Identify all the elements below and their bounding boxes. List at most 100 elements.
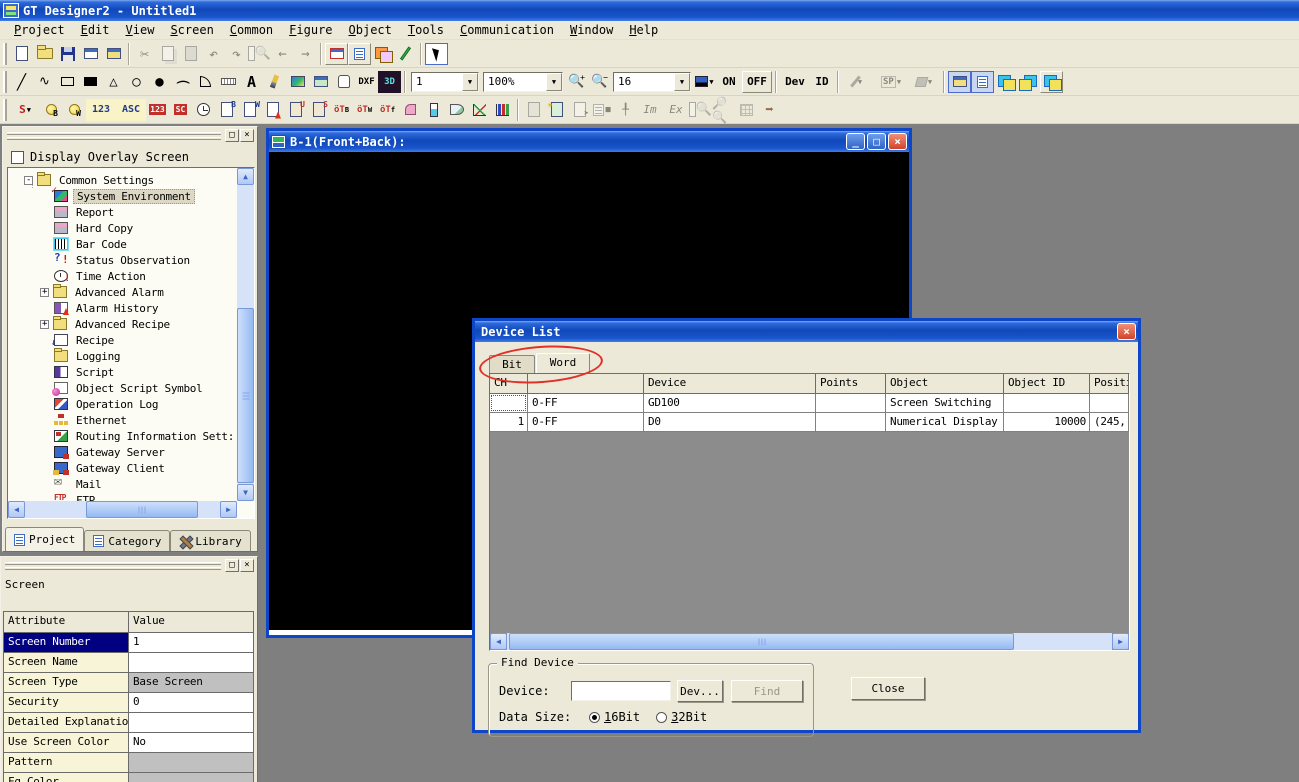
dxf-import-button[interactable]: DXF	[355, 71, 378, 93]
line-tool-button[interactable]: ╱	[10, 71, 33, 93]
layer-both-button[interactable]	[1040, 71, 1063, 93]
layer-back-button[interactable]	[1017, 71, 1040, 93]
device-on-button[interactable]: ON	[716, 71, 742, 93]
col-header-position[interactable]: Positi	[1090, 374, 1129, 394]
cascade-windows-button[interactable]	[371, 43, 394, 65]
scatter-graph-button[interactable]	[468, 99, 491, 121]
tab-project[interactable]: Project	[5, 527, 84, 551]
col-header-object-id[interactable]: Object ID	[1004, 374, 1090, 394]
panel-maximize-button[interactable]: □	[225, 559, 239, 572]
radio-32bit-label[interactable]: 32Bit	[671, 710, 707, 724]
scrollbar-thumb[interactable]	[509, 633, 1014, 650]
property-row-security[interactable]: Security 0	[3, 693, 254, 713]
combo-dropdown-icon[interactable]: ▼	[462, 73, 478, 91]
expand-icon[interactable]: +	[40, 288, 49, 297]
tree-item-recipe[interactable]: Recipe	[54, 332, 117, 348]
new-file-button[interactable]	[10, 43, 33, 65]
lamp-word-button[interactable]: W	[63, 99, 86, 121]
scrollbar-thumb[interactable]	[86, 501, 198, 518]
dropdown-arrow-icon[interactable]: ▼	[27, 106, 31, 114]
numerical-display-button[interactable]: 123	[86, 99, 116, 121]
template-new-button[interactable]: ✶	[545, 99, 568, 121]
col-header-points[interactable]: Points	[816, 374, 886, 394]
tree-item-mail[interactable]: Mail	[54, 476, 104, 492]
screen-number-combo[interactable]: 1 ▼	[411, 72, 479, 92]
historical-trend-button[interactable]	[445, 99, 468, 121]
layer-front-button[interactable]	[994, 71, 1017, 93]
color-count-combo[interactable]: 16 ▼	[613, 72, 691, 92]
comment-bit-button[interactable]: B	[215, 99, 238, 121]
collapse-icon[interactable]: -	[24, 176, 33, 185]
panel-maximize-button[interactable]: □	[225, 129, 239, 142]
scrollbar-thumb[interactable]	[237, 308, 254, 483]
tree-vertical-scrollbar[interactable]: ▲ ▼	[237, 168, 254, 501]
screen-call-button[interactable]	[309, 71, 332, 93]
menu-common[interactable]: Common	[222, 22, 281, 39]
text-tool-button[interactable]: A	[240, 71, 263, 93]
col-header-device[interactable]: Device	[644, 374, 816, 394]
polyline-tool-button[interactable]: ∿	[33, 71, 56, 93]
minimize-button[interactable]: _	[846, 133, 865, 150]
panelmeter-button[interactable]	[399, 99, 422, 121]
tree-item-bar-code[interactable]: Bar Code	[54, 236, 130, 252]
toolbar-grip[interactable]	[3, 43, 7, 65]
menu-figure[interactable]: Figure	[281, 22, 340, 39]
property-row-detailed-explanation[interactable]: Detailed Explanation	[3, 713, 254, 733]
menu-view[interactable]: View	[118, 22, 163, 39]
col-header-ch[interactable]: CH	[490, 374, 528, 394]
clock-display-button[interactable]	[192, 99, 215, 121]
menu-tools[interactable]: Tools	[400, 22, 452, 39]
radio-16bit[interactable]	[589, 712, 600, 723]
dialog-titlebar[interactable]: Device List ×	[475, 321, 1138, 342]
import-image-button[interactable]	[286, 71, 309, 93]
tree-item-gateway-client[interactable]: Gateway Client	[54, 460, 168, 476]
tree-item-hard-copy[interactable]: Hard Copy	[54, 220, 136, 236]
device-input[interactable]	[571, 681, 671, 701]
zoom-combo[interactable]: 100% ▼	[483, 72, 563, 92]
save-button[interactable]	[56, 43, 79, 65]
close-dialog-button[interactable]: Close	[851, 677, 925, 700]
sector-tool-button[interactable]	[194, 71, 217, 93]
parts-display-bit-button[interactable]: öTB	[330, 99, 353, 121]
open-file-button[interactable]	[33, 43, 56, 65]
screen-list-button[interactable]	[348, 43, 371, 65]
tree-item-advanced-recipe[interactable]: + Advanced Recipe	[40, 316, 173, 332]
property-row-use-screen-color[interactable]: Use Screen Color No	[3, 733, 254, 753]
scale-tool-button[interactable]	[217, 71, 240, 93]
alarm-list-button[interactable]	[261, 99, 284, 121]
combo-dropdown-icon[interactable]: ▼	[546, 73, 562, 91]
new-screen-button[interactable]	[102, 43, 125, 65]
alarm-system-button[interactable]: S	[307, 99, 330, 121]
lamp-bit-button[interactable]: B	[40, 99, 63, 121]
tree-item-report[interactable]: Report	[54, 204, 117, 220]
tab-bit[interactable]: Bit	[489, 355, 535, 373]
draw-pen-button[interactable]	[394, 43, 417, 65]
col-header-object[interactable]: Object	[886, 374, 1004, 394]
close-button[interactable]: ×	[888, 133, 907, 150]
tree-item-system-environment[interactable]: System Environment	[54, 188, 195, 204]
level-object-button[interactable]	[422, 99, 445, 121]
scroll-left-button[interactable]: ◀	[8, 501, 25, 518]
toolbar-grip[interactable]	[3, 71, 7, 93]
tree-item-common-settings[interactable]: - Common Settings	[24, 172, 157, 188]
data-list-button[interactable]: 123	[146, 99, 169, 121]
screen-property-button[interactable]	[79, 43, 102, 65]
expand-icon[interactable]: +	[40, 320, 49, 329]
dialog-close-button[interactable]: ×	[1117, 323, 1136, 340]
tree-item-script[interactable]: Script	[54, 364, 117, 380]
device-display-button[interactable]: Dev	[780, 71, 810, 93]
tree-item-logging[interactable]: Logging	[54, 348, 123, 364]
dropdown-arrow-icon[interactable]: ▼	[709, 78, 713, 86]
property-row-screen-name[interactable]: Screen Name	[3, 653, 254, 673]
menu-window[interactable]: Window	[562, 22, 621, 39]
tree-item-object-script-symbol[interactable]: Object Script Symbol	[54, 380, 205, 396]
tab-word[interactable]: Word	[536, 353, 590, 373]
tree-item-routing-information[interactable]: Routing Information Sett:	[54, 428, 237, 444]
combo-dropdown-icon[interactable]: ▼	[674, 73, 690, 91]
radio-16bit-label[interactable]: 16Bit	[604, 710, 640, 724]
3d-import-button[interactable]: 3D	[378, 71, 401, 93]
bar-graph-button[interactable]	[491, 99, 514, 121]
tree-item-status-observation[interactable]: Status Observation	[54, 252, 193, 268]
editor-titlebar[interactable]: B-1(Front+Back): _ □ ×	[269, 131, 909, 152]
property-row-pattern[interactable]: Pattern	[3, 753, 254, 773]
